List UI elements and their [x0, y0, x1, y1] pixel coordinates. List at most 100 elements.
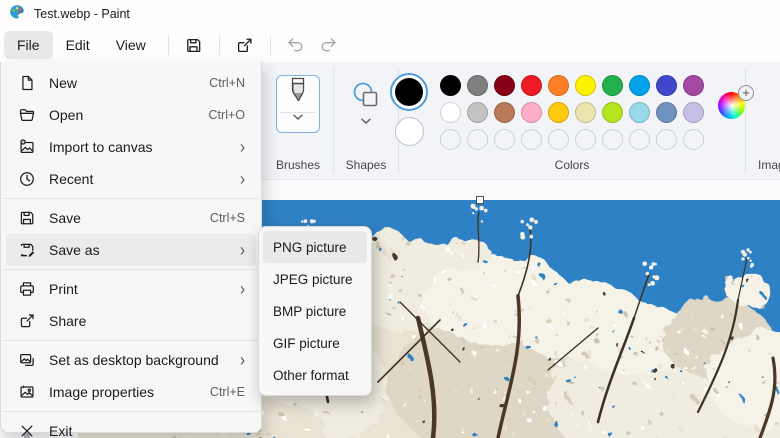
- color-swatch[interactable]: [656, 75, 677, 96]
- color-swatch[interactable]: [521, 102, 542, 123]
- colors-group: + Colors: [390, 62, 754, 179]
- save-as-icon: [17, 241, 36, 260]
- close-icon: [17, 422, 36, 438]
- submenu-arrow-icon: ›: [240, 349, 245, 371]
- submenu-item-other[interactable]: Other format: [263, 359, 367, 391]
- divider: [269, 35, 271, 55]
- empty-color-slot[interactable]: [494, 129, 515, 150]
- save-button[interactable]: [178, 32, 210, 59]
- menu-item-import-to-canvas[interactable]: Import to canvas ›: [6, 131, 256, 163]
- menu-item-open[interactable]: Import to canvas Open Ctrl+O: [6, 99, 256, 131]
- menu-item-image-properties[interactable]: Image properties Ctrl+E: [6, 376, 256, 408]
- import-image-icon: [17, 138, 36, 157]
- divider: [218, 35, 220, 55]
- color-swatch[interactable]: [656, 102, 677, 123]
- empty-color-slot[interactable]: [629, 129, 650, 150]
- image-group: Image: [746, 62, 780, 179]
- empty-color-slot[interactable]: [602, 129, 623, 150]
- titlebar: Test.webp - Paint: [0, 0, 780, 28]
- color-swatch[interactable]: [440, 75, 461, 96]
- file-menu: New Ctrl+N Import to canvas Open Ctrl+O …: [0, 62, 262, 438]
- paint-app-icon: [9, 4, 25, 25]
- image-properties-icon: [17, 383, 36, 402]
- color-swatch[interactable]: [548, 102, 569, 123]
- undo-icon: [288, 38, 303, 52]
- menu-separator: [3, 198, 259, 199]
- menu-item-recent[interactable]: Recent ›: [6, 163, 256, 195]
- color-swatch[interactable]: [575, 75, 596, 96]
- color-swatch[interactable]: [602, 75, 623, 96]
- colors-group-label: Colors: [554, 158, 590, 172]
- menu-item-share[interactable]: Share: [6, 305, 256, 337]
- view-menu-button[interactable]: View: [103, 31, 159, 59]
- submenu-arrow-icon: ›: [240, 239, 245, 261]
- brushes-group: Brushes: [263, 62, 333, 179]
- color-swatch[interactable]: [494, 102, 515, 123]
- share-icon: [17, 312, 36, 331]
- menubar: File Edit View: [0, 28, 780, 62]
- empty-color-slot[interactable]: [575, 129, 596, 150]
- undo-button[interactable]: [280, 32, 312, 59]
- chevron-down-icon[interactable]: [360, 117, 372, 125]
- share-icon: [238, 38, 252, 52]
- file-menu-button[interactable]: File: [4, 31, 53, 59]
- brushes-button[interactable]: [276, 75, 320, 133]
- new-file-icon: [17, 74, 36, 93]
- open-folder-icon: [17, 106, 36, 125]
- empty-color-slot[interactable]: [548, 129, 569, 150]
- brush-icon: [291, 77, 305, 101]
- color-swatch[interactable]: [683, 102, 704, 123]
- menu-item-set-as-desktop-background[interactable]: Set as desktop background ›: [6, 344, 256, 376]
- color-swatch[interactable]: [521, 75, 542, 96]
- color-swatch[interactable]: [467, 102, 488, 123]
- menu-item-exit[interactable]: Exit: [6, 415, 256, 438]
- menu-item-save-as[interactable]: Save as ›: [6, 234, 256, 266]
- color2-swatch[interactable]: [394, 117, 424, 146]
- canvas-resize-handle[interactable]: [476, 196, 484, 204]
- submenu-arrow-icon: ›: [240, 168, 245, 190]
- menu-separator: [3, 340, 259, 341]
- brushes-group-label: Brushes: [275, 158, 321, 172]
- submenu-item-jpeg[interactable]: JPEG picture: [263, 263, 367, 295]
- redo-button[interactable]: [312, 32, 344, 59]
- edit-menu-button[interactable]: Edit: [53, 31, 103, 59]
- paint-window: Test.webp - Paint File Edit View Brushes…: [0, 0, 780, 438]
- color-swatch[interactable]: [440, 102, 461, 123]
- color-palette: [440, 75, 704, 150]
- color-swatch[interactable]: [548, 75, 569, 96]
- menu-separator: [3, 411, 259, 412]
- color-swatch[interactable]: [602, 102, 623, 123]
- color-swatch[interactable]: [494, 75, 515, 96]
- submenu-arrow-icon: ›: [240, 136, 245, 158]
- color-swatch[interactable]: [629, 102, 650, 123]
- chevron-down-icon[interactable]: [292, 113, 304, 121]
- empty-color-slot[interactable]: [656, 129, 677, 150]
- save-icon: [187, 38, 201, 52]
- color-swatch[interactable]: [575, 102, 596, 123]
- menu-item-new[interactable]: New Ctrl+N: [6, 67, 256, 99]
- shapes-group-label: Shapes: [345, 158, 387, 172]
- submenu-item-bmp[interactable]: BMP picture: [263, 295, 367, 327]
- empty-color-slot[interactable]: [467, 129, 488, 150]
- empty-color-slot[interactable]: [521, 129, 542, 150]
- submenu-item-png[interactable]: PNG picture: [263, 231, 367, 263]
- clock-icon: [17, 170, 36, 189]
- color-swatch[interactable]: [683, 75, 704, 96]
- color1-swatch[interactable]: [390, 73, 428, 111]
- menu-separator: [3, 269, 259, 270]
- submenu-item-gif[interactable]: GIF picture: [263, 327, 367, 359]
- color-swatch[interactable]: [467, 75, 488, 96]
- desktop-background-icon: [17, 351, 36, 370]
- empty-color-slot[interactable]: [683, 129, 704, 150]
- color-swatch[interactable]: [629, 75, 650, 96]
- divider: [167, 35, 169, 55]
- empty-color-slot[interactable]: [440, 129, 461, 150]
- printer-icon: [17, 280, 36, 299]
- share-button[interactable]: [229, 32, 261, 59]
- save-icon: [17, 209, 36, 228]
- image-group-label: Image: [758, 158, 780, 172]
- menu-item-save[interactable]: Save Ctrl+S: [6, 202, 256, 234]
- window-title: Test.webp - Paint: [34, 7, 130, 21]
- submenu-arrow-icon: ›: [240, 278, 245, 300]
- menu-item-print[interactable]: Print ›: [6, 273, 256, 305]
